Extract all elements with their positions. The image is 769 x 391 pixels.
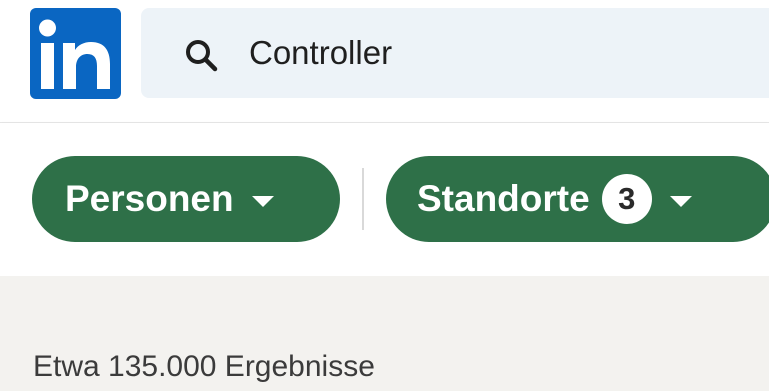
top-navigation-bar: Controller (0, 0, 769, 122)
standorte-count-badge: 3 (601, 174, 652, 224)
search-query-text: Controller (249, 34, 393, 71)
standorte-filter-label: Standorte (417, 178, 590, 219)
standorte-filter-button[interactable]: Standorte 3 (386, 156, 769, 242)
caret-down-icon (251, 195, 274, 207)
results-count-text: Etwa 135.000 Ergebnisse (33, 350, 375, 383)
results-area: Etwa 135.000 Ergebnisse (0, 276, 769, 391)
personen-filter-button[interactable]: Personen (32, 156, 340, 242)
linkedin-logo-icon[interactable] (30, 8, 121, 99)
filter-bar: Personen Standorte 3 (0, 123, 769, 276)
search-icon (186, 40, 218, 72)
caret-down-icon (669, 195, 692, 207)
linkedin-logo-graphic (39, 19, 110, 89)
search-input[interactable]: Controller (141, 8, 769, 98)
personen-filter-label: Personen (65, 178, 234, 219)
filter-separator (362, 168, 364, 230)
